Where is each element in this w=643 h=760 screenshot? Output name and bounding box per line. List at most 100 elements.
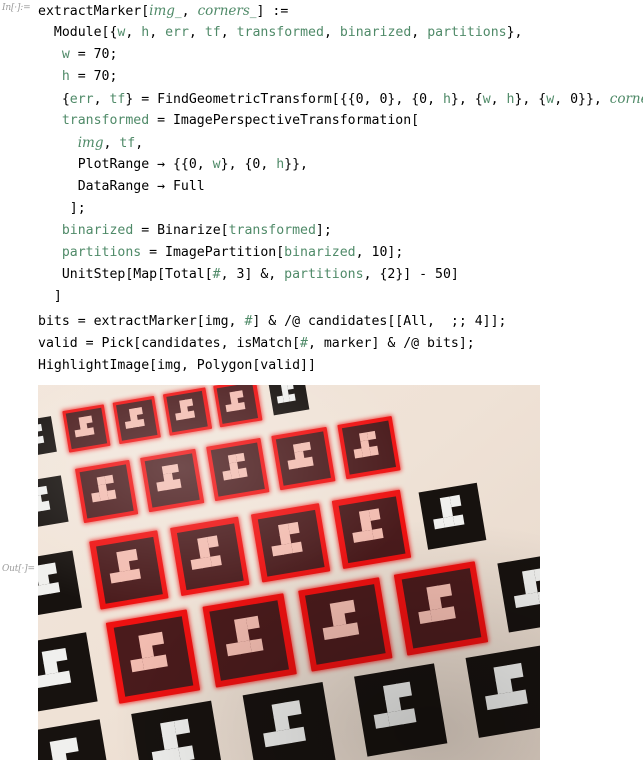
code-token: PlotRange → {{0, — [38, 157, 213, 172]
highlighted-marker — [332, 489, 412, 570]
output-photograph[interactable] — [38, 385, 540, 760]
highlighted-marker — [251, 503, 331, 583]
marker-body — [338, 496, 406, 564]
code-token: h — [442, 92, 451, 107]
code-token: , — [135, 136, 144, 151]
code-token: { — [38, 92, 70, 107]
marker-grid — [38, 385, 540, 760]
marker-cell — [237, 402, 246, 410]
code-token: corners — [609, 91, 643, 107]
marker-cell — [173, 718, 190, 735]
code-line: {err, tf} = FindGeometricTransform[{{0, … — [38, 88, 643, 110]
marker-body — [145, 453, 200, 508]
marker-body — [242, 682, 336, 760]
code-line: extractMarker[img_, corners_] := — [38, 0, 643, 22]
code-cell-input-1[interactable]: extractMarker[img_, corners_] := Module[… — [38, 0, 643, 308]
marker-cell — [210, 554, 223, 567]
code-token: binarized — [61, 223, 134, 238]
plain-marker — [38, 416, 57, 458]
marker-body — [131, 700, 225, 760]
marker-body — [65, 407, 108, 450]
code-token: = 70; — [69, 47, 118, 62]
highlighted-marker — [74, 459, 139, 524]
marker-body — [166, 390, 209, 433]
marker-cell — [41, 501, 51, 511]
highlighted-marker — [394, 560, 489, 656]
code-token: img_ — [149, 3, 182, 19]
marker-cell — [303, 457, 314, 467]
code-token: err — [165, 25, 189, 40]
code-token: tf — [119, 136, 136, 151]
code-token: binarized — [284, 245, 356, 260]
highlighted-marker — [170, 517, 250, 597]
marker-cell — [284, 699, 302, 717]
code-line: UnitStep[Map[Total[#, 3] &, partitions, … — [38, 264, 643, 286]
code-line: partitions = ImagePartition[binarized, 1… — [38, 242, 643, 264]
out-label[interactable]: Out[·]= — [2, 564, 35, 574]
in-label-cell-1[interactable]: In[·]:= — [2, 3, 31, 13]
code-token: , — [103, 136, 120, 151]
code-token: tf — [109, 92, 126, 107]
marker-cell — [38, 435, 44, 444]
marker-cell — [368, 508, 381, 521]
plain-marker — [131, 700, 225, 760]
highlighted-marker — [337, 415, 402, 480]
marker-cell — [129, 568, 142, 581]
marker-body — [353, 663, 447, 757]
marker-cell — [237, 468, 248, 478]
highlighted-marker — [271, 426, 336, 491]
code-token: w — [482, 92, 491, 107]
marker-cell — [172, 479, 182, 489]
code-token: , — [323, 25, 340, 40]
code-cell-input-2[interactable]: bits = extractMarker[img, #] & /@ candid… — [38, 311, 506, 377]
marker-cell — [400, 707, 417, 725]
highlighted-marker — [89, 530, 170, 610]
code-token: tf — [204, 25, 221, 40]
code-line: img, tf, — [38, 132, 643, 154]
highlighted-marker — [112, 395, 162, 445]
code-token: , — [220, 25, 237, 40]
marker-cell — [62, 737, 79, 754]
code-token: bits = extractMarker[img, — [38, 314, 245, 329]
marker-cell — [290, 541, 303, 554]
plain-marker — [353, 663, 447, 757]
code-token: }, { — [450, 92, 483, 107]
highlighted-marker — [162, 387, 212, 437]
code-token: transformed — [228, 223, 316, 238]
code-token: }, {0, — [220, 157, 277, 172]
marker-cell — [53, 647, 68, 662]
marker-body — [176, 523, 244, 591]
marker-cell — [371, 527, 384, 540]
code-line: DataRange → Full — [38, 176, 643, 198]
plain-marker — [497, 551, 540, 633]
marker-body — [38, 475, 69, 530]
plain-marker — [38, 632, 98, 713]
code-line: binarized = Binarize[transformed]; — [38, 220, 643, 242]
marker-body — [38, 550, 83, 618]
code-token: HighlightImage[img, Polygon[valid]] — [38, 358, 316, 373]
marker-cell — [57, 670, 72, 685]
code-token: , — [188, 25, 205, 40]
code-token: , marker] & /@ bits]; — [307, 336, 475, 351]
code-token: , {2}] - 50] — [363, 267, 459, 282]
code-token: w — [546, 92, 555, 107]
code-token: extractMarker[ — [38, 4, 150, 19]
plain-marker — [267, 385, 309, 416]
marker-cell — [287, 522, 300, 535]
marker-cell — [187, 410, 195, 419]
code-token: = Binarize[ — [133, 223, 229, 238]
marker-cell — [437, 583, 452, 598]
marker-cell — [86, 427, 95, 435]
code-line: ] — [38, 286, 643, 308]
marker-cell — [441, 606, 456, 621]
code-token: ]; — [38, 201, 86, 216]
marker-body — [401, 567, 482, 649]
code-token: partitions — [284, 267, 364, 282]
code-token: ] := — [256, 4, 289, 19]
marker-cell — [288, 393, 296, 402]
marker-body — [95, 536, 163, 604]
marker-body — [418, 482, 487, 550]
